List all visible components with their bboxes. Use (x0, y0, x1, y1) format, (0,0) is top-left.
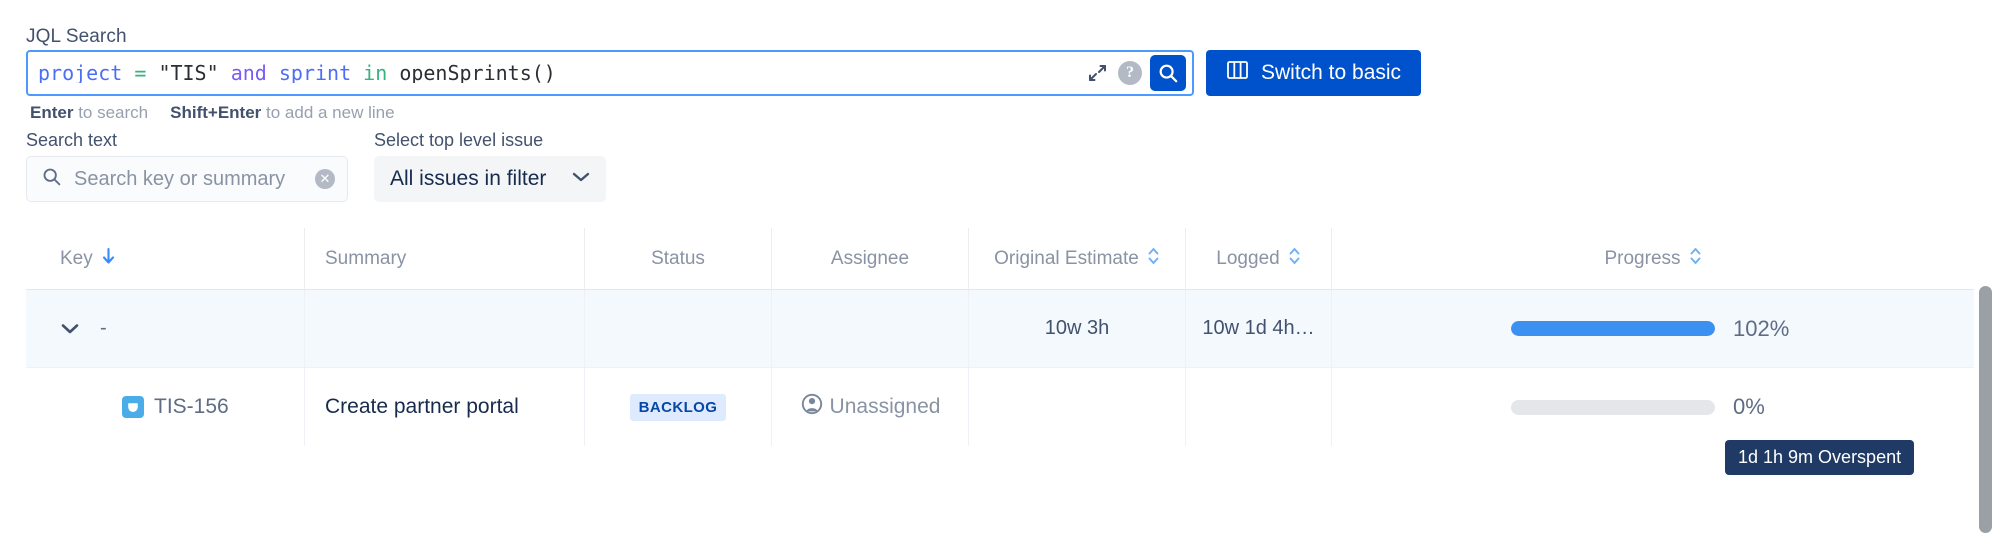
row-logged-cell (1185, 368, 1331, 446)
sort-desc-icon (101, 247, 116, 271)
progress-bar-fill (1511, 321, 1715, 336)
search-text-group: Search text Search key or summary ✕ (26, 130, 348, 202)
column-label-progress: Progress (1604, 247, 1681, 269)
jql-input[interactable]: project = "TIS" and sprint in openSprint… (26, 50, 1194, 96)
board-columns-icon (1226, 59, 1250, 87)
column-label-key: Key (60, 247, 93, 269)
column-label-assignee: Assignee (830, 247, 910, 269)
filters-row: Search text Search key or summary ✕ Sele… (26, 130, 606, 202)
jql-search-label: JQL Search (26, 26, 127, 47)
row-status-cell (584, 290, 771, 367)
switch-to-basic-button[interactable]: Switch to basic (1206, 50, 1422, 96)
keyboard-hint: Enter to search Shift+Enter to add a new … (30, 103, 395, 123)
issue-summary-value: Create partner portal (325, 395, 519, 418)
vertical-scrollbar[interactable] (1979, 286, 1992, 533)
table-row[interactable]: TIS-156 Create partner portal BACKLOG Un… (26, 368, 1974, 446)
story-icon (122, 396, 144, 418)
column-header-status[interactable]: Status (584, 228, 771, 289)
table-header-row: Key Summary Status Assignee Original Est… (26, 228, 1974, 290)
row-logged-cell: 10w 1d 4h… (1185, 290, 1331, 367)
row-original-estimate-cell: 10w 3h (968, 290, 1185, 367)
row-summary-cell: Create partner portal (304, 368, 584, 446)
column-label-logged: Logged (1216, 247, 1280, 269)
row-original-estimate-cell (968, 368, 1185, 446)
chevron-down-icon (570, 170, 592, 189)
help-icon[interactable]: ? (1118, 61, 1142, 85)
row-progress-cell: 102% (1331, 290, 1974, 367)
progress-bar (1511, 321, 1715, 336)
hint-enter-key: Enter (30, 103, 74, 122)
sort-both-icon (1147, 246, 1160, 272)
progress-percent: 0% (1733, 394, 1765, 419)
status-badge[interactable]: BACKLOG (629, 393, 727, 421)
jira-time-tracking-page: JQL Search project = "TIS" and sprint in… (0, 0, 2000, 533)
expand-icon[interactable] (1084, 60, 1110, 86)
jql-search-button[interactable] (1150, 55, 1186, 91)
jql-input-actions: ? (1084, 55, 1188, 91)
issue-key-value: TIS-156 (154, 395, 229, 418)
sort-both-icon (1288, 246, 1301, 272)
switch-to-basic-label: Switch to basic (1261, 61, 1402, 84)
hint-shift-key: Shift+Enter (170, 103, 262, 122)
column-header-progress[interactable]: Progress (1331, 228, 1974, 289)
progress-bar (1511, 399, 1715, 415)
jql-search-row: project = "TIS" and sprint in openSprint… (26, 50, 1422, 96)
column-label-original-estimate: Original Estimate (994, 247, 1139, 269)
table-row[interactable]: - 10w 3h 10w 1d 4h… 102% (26, 290, 1974, 368)
column-label-status: Status (651, 247, 705, 269)
assignee-name: Unassigned (829, 395, 941, 418)
progress-bar-group[interactable]: 0% (1511, 394, 1795, 420)
search-input[interactable]: Search key or summary ✕ (26, 156, 348, 202)
row-assignee-cell: Unassigned (771, 368, 968, 446)
row-summary-cell (304, 290, 584, 367)
row-progress-cell: 0% (1331, 368, 1974, 446)
jql-query-text: project = "TIS" and sprint in openSprint… (38, 63, 556, 83)
original-estimate-value: 10w 3h (1044, 317, 1110, 339)
column-header-logged[interactable]: Logged (1185, 228, 1331, 289)
row-key-value: - (100, 317, 107, 339)
clear-search-icon[interactable]: ✕ (315, 169, 335, 189)
column-header-summary[interactable]: Summary (304, 228, 584, 289)
column-header-original-estimate[interactable]: Original Estimate (968, 228, 1185, 289)
column-header-assignee[interactable]: Assignee (771, 228, 968, 289)
top-level-issue-group: Select top level issue All issues in fil… (374, 130, 606, 202)
assignee-value[interactable]: Unassigned (800, 392, 941, 422)
top-level-issue-label: Select top level issue (374, 130, 544, 150)
top-level-issue-value: All issues in filter (390, 167, 547, 190)
issues-table: Key Summary Status Assignee Original Est… (26, 228, 1974, 446)
progress-tooltip: 1d 1h 9m Overspent (1725, 440, 1915, 475)
sort-both-icon (1689, 246, 1702, 272)
hint-shift-text: to add a new line (261, 103, 395, 122)
search-icon (41, 166, 62, 192)
progress-percent: 102% (1733, 315, 1790, 341)
column-header-key[interactable]: Key (26, 228, 304, 289)
column-label-summary: Summary (325, 247, 407, 269)
issue-key-link[interactable]: TIS-156 (42, 395, 229, 419)
avatar-icon (800, 392, 824, 422)
search-input-placeholder: Search key or summary (74, 167, 286, 190)
row-status-cell: BACKLOG (584, 368, 771, 446)
progress-bar-group[interactable]: 102% (1511, 316, 1795, 342)
row-assignee-cell (771, 290, 968, 367)
expand-row-toggle[interactable]: - (42, 317, 107, 340)
row-key-cell: TIS-156 (26, 368, 304, 446)
search-text-label: Search text (26, 130, 118, 150)
top-level-issue-select[interactable]: All issues in filter (374, 156, 606, 202)
logged-value: 10w 1d 4h… (1202, 317, 1315, 339)
row-key-cell: - (26, 290, 304, 367)
hint-enter-text: to search (73, 103, 149, 122)
